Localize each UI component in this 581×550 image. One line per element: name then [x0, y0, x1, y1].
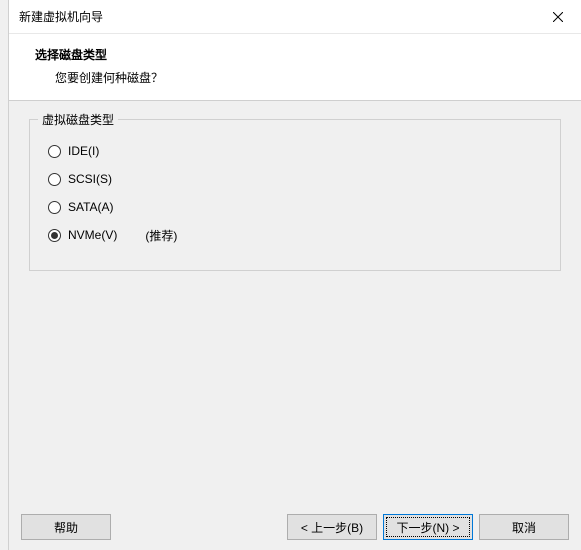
page-title: 选择磁盘类型	[27, 46, 563, 63]
radio-label: SCSI(S)	[68, 172, 112, 186]
window-title: 新建虚拟机向导	[19, 8, 103, 25]
page-subtitle: 您要创建何种磁盘？	[27, 69, 563, 86]
titlebar: 新建虚拟机向导	[9, 0, 581, 34]
radio-icon	[48, 201, 61, 214]
radio-option-nvme[interactable]: NVMe(V) (推荐)	[48, 224, 546, 246]
radio-icon	[48, 229, 61, 242]
close-icon	[553, 12, 563, 22]
radio-label: NVMe(V)	[68, 228, 117, 242]
help-button[interactable]: 帮助	[21, 514, 111, 540]
wizard-footer: 帮助 < 上一步(B) 下一步(N) > 取消	[9, 514, 581, 540]
close-button[interactable]	[541, 4, 575, 30]
cancel-button[interactable]: 取消	[479, 514, 569, 540]
radio-label: IDE(I)	[68, 144, 99, 158]
radio-option-scsi[interactable]: SCSI(S)	[48, 168, 546, 190]
disk-type-group: 虚拟磁盘类型 IDE(I) SCSI(S) SATA(A) NVMe(V) (推…	[29, 119, 561, 271]
wizard-header: 选择磁盘类型 您要创建何种磁盘？	[9, 34, 581, 101]
radio-label: SATA(A)	[68, 200, 114, 214]
next-button[interactable]: 下一步(N) >	[383, 514, 473, 540]
wizard-content: 虚拟磁盘类型 IDE(I) SCSI(S) SATA(A) NVMe(V) (推…	[9, 101, 581, 289]
radio-icon	[48, 173, 61, 186]
recommended-note: (推荐)	[145, 227, 177, 244]
wizard-window: 新建虚拟机向导 选择磁盘类型 您要创建何种磁盘？ 虚拟磁盘类型 IDE(I) S…	[8, 0, 581, 550]
back-button[interactable]: < 上一步(B)	[287, 514, 377, 540]
radio-option-sata[interactable]: SATA(A)	[48, 196, 546, 218]
group-label: 虚拟磁盘类型	[38, 111, 118, 128]
radio-option-ide[interactable]: IDE(I)	[48, 140, 546, 162]
radio-icon	[48, 145, 61, 158]
